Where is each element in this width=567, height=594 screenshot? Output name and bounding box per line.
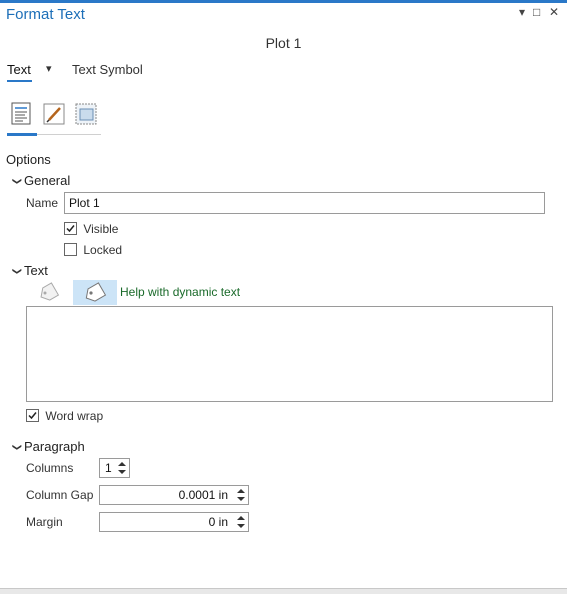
chevron-down-icon: ❯ [12,177,23,186]
spin-arrows-icon[interactable] [117,460,127,476]
pane-bottom-bar [0,588,567,594]
name-field[interactable] [64,192,545,214]
chevron-down-icon: ❯ [12,267,23,276]
section-paragraph-label: Paragraph [24,439,85,454]
word-wrap-label: Word wrap [45,408,104,423]
section-text-label: Text [24,263,48,278]
insert-tag-button[interactable] [36,282,60,304]
tab-text-underline [7,80,32,82]
element-name: Plot 1 [265,35,302,51]
column-gap-value: 0.0001 in [178,488,228,502]
locked-checkbox[interactable] [64,243,77,257]
subtab-active-indicator [7,133,37,136]
text-properties-icon [11,102,31,125]
pane-title: Format Text [6,6,85,23]
columns-label: Columns [26,461,74,475]
section-paragraph-header[interactable]: ❯ Paragraph [12,439,85,454]
locked-option[interactable]: Locked [64,242,122,258]
options-heading: Options [6,152,51,167]
column-gap-stepper[interactable]: 0.0001 in [99,485,249,505]
tag-icon [40,282,60,301]
maximize-icon[interactable]: □ [533,5,540,19]
tab-dropdown-icon[interactable]: ▾ [46,62,52,75]
word-wrap-option[interactable]: Word wrap [26,408,103,424]
visible-checkbox[interactable] [64,222,77,236]
dynamic-text-button[interactable] [73,280,117,305]
columns-stepper[interactable]: 1 [99,458,130,478]
spin-arrows-icon[interactable] [236,514,246,530]
pane-top-border [0,0,567,3]
margin-label: Margin [26,515,63,529]
name-label: Name [26,196,59,210]
columns-value: 1 [105,461,112,475]
spin-arrows-icon[interactable] [236,487,246,503]
subtab-text-properties[interactable] [9,101,35,127]
visible-label: Visible [83,221,119,236]
display-icon [75,103,97,125]
column-gap-label: Column Gap [26,488,94,502]
section-general-label: General [24,173,71,188]
close-icon[interactable]: ✕ [549,5,559,19]
pen-icon [43,103,65,125]
dynamic-tag-icon [85,282,107,302]
section-text-header[interactable]: ❯ Text [12,263,48,278]
subtab-display[interactable] [73,101,99,127]
section-general-header[interactable]: ❯ General [12,173,71,188]
visible-option[interactable]: Visible [64,221,118,237]
tab-text-symbol[interactable]: Text Symbol [72,62,143,77]
margin-value: 0 in [208,515,228,529]
subtab-symbol[interactable] [41,101,67,127]
word-wrap-checkbox[interactable] [26,409,39,423]
pane-menu-icon[interactable]: ▾ [519,5,525,19]
text-content-field[interactable] [26,306,553,402]
chevron-down-icon: ❯ [12,443,23,452]
help-dynamic-text-link[interactable]: Help with dynamic text [120,285,240,299]
margin-stepper[interactable]: 0 in [99,512,249,532]
tab-text[interactable]: Text [7,62,31,77]
locked-label: Locked [83,242,123,257]
